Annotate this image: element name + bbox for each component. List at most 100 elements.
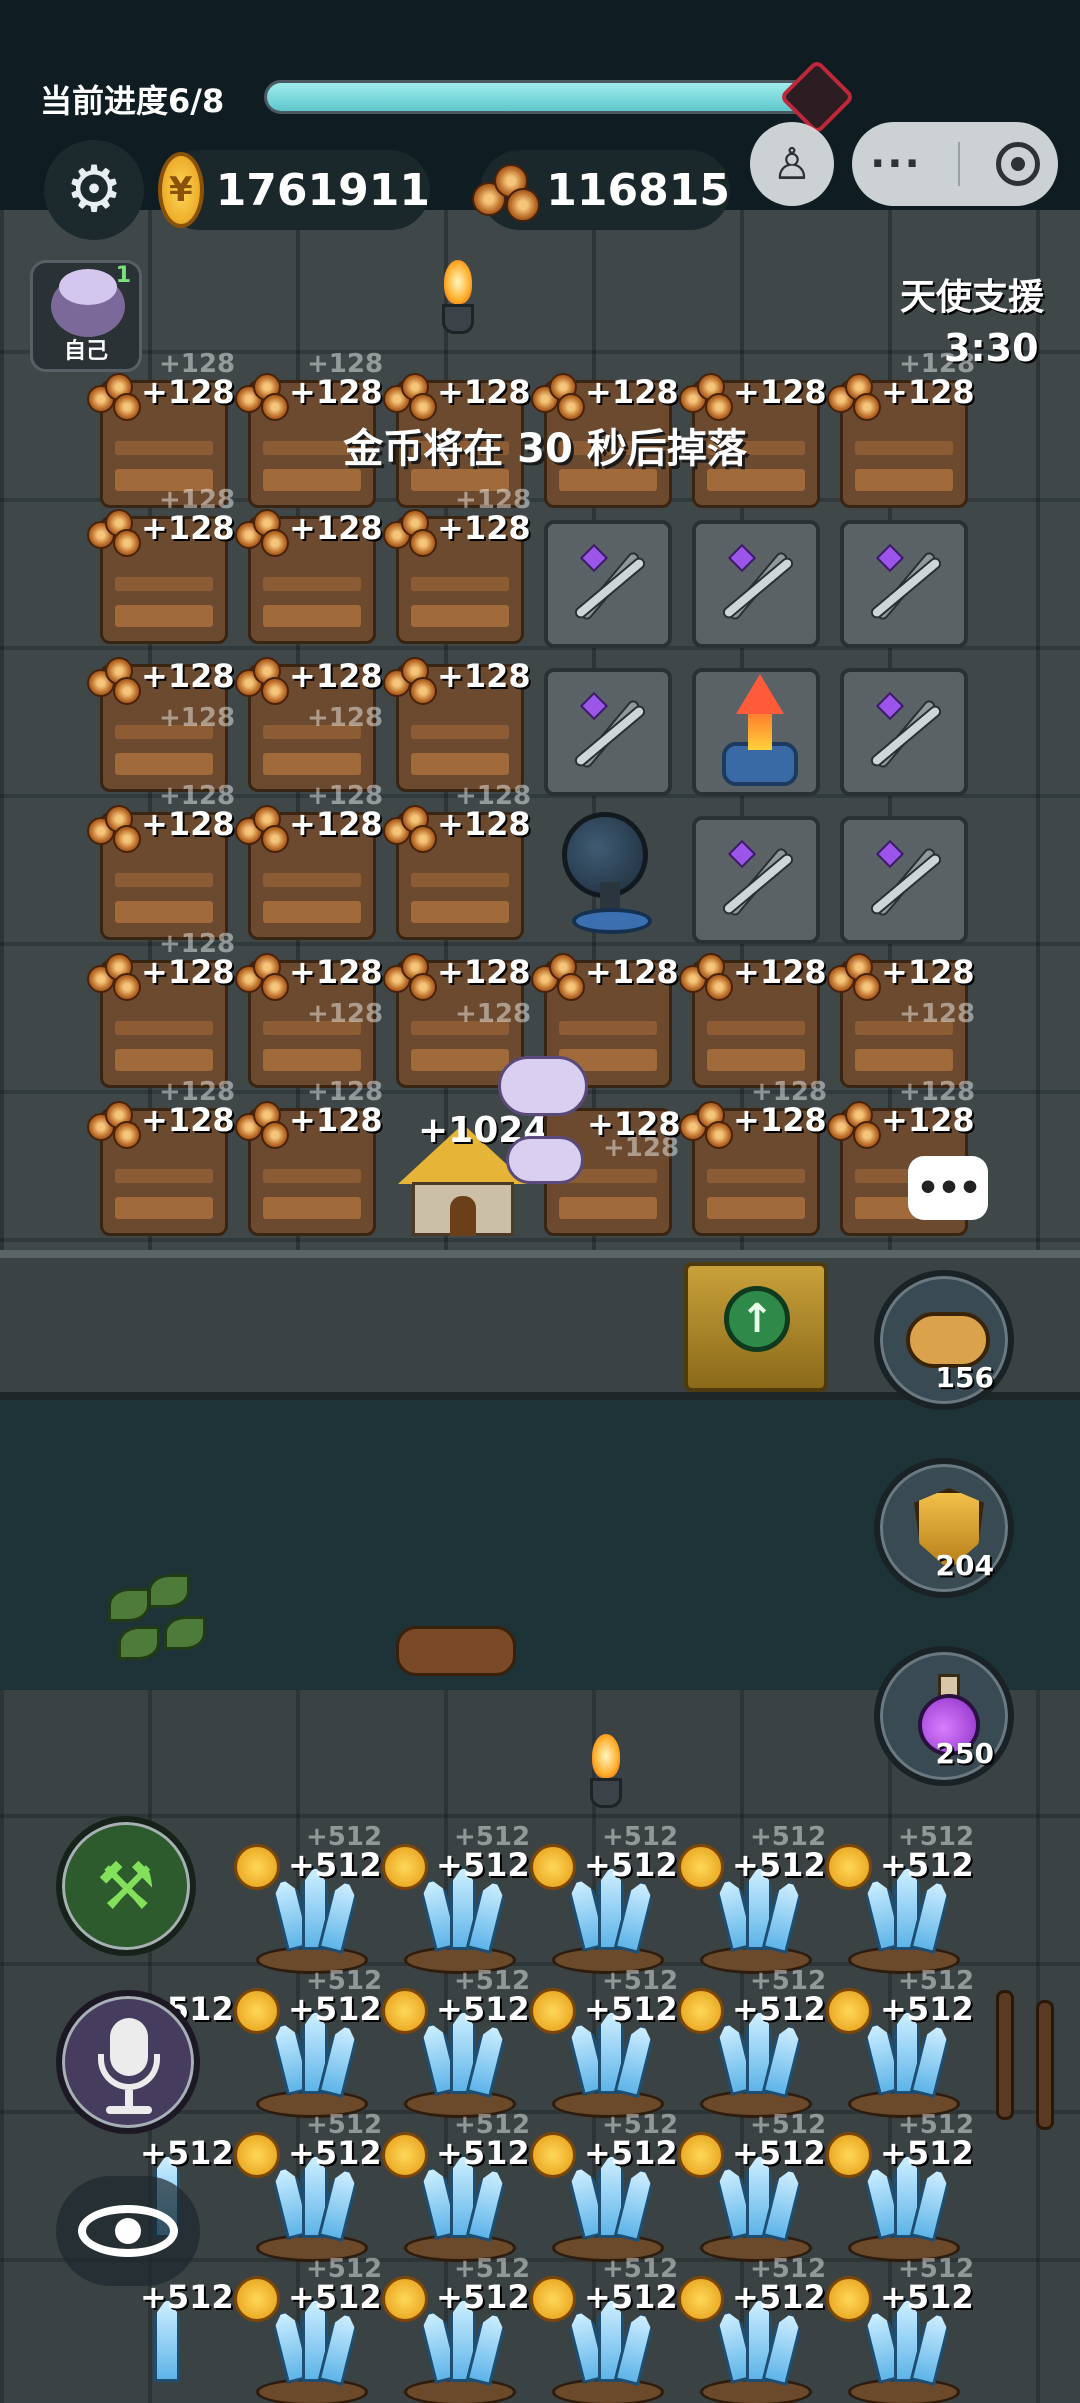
coin-icon — [382, 2276, 428, 2322]
chat-button[interactable]: ••• — [908, 1156, 988, 1220]
gear-icon: ⚙ — [65, 153, 123, 227]
wood-logs-icon — [679, 953, 739, 1003]
coin-icon: ¥ — [158, 152, 204, 228]
coin-icon — [678, 2132, 724, 2178]
lumber-tile[interactable]: +128 — [679, 953, 827, 1088]
crystal-mine-tile[interactable]: +512 +512 — [678, 2254, 826, 2403]
boar-button[interactable]: 156 — [874, 1270, 1014, 1410]
lumber-tile[interactable]: +128 — [235, 509, 383, 644]
crystal-mine-tile[interactable]: +512 — [100, 2278, 234, 2403]
radar-tower[interactable] — [548, 808, 676, 936]
crystal-mine-tile[interactable]: +512 +512 — [678, 2110, 826, 2268]
torch-icon — [586, 1734, 626, 1814]
yield-label: +128 — [587, 1105, 681, 1143]
yield-label: +128 — [585, 373, 679, 411]
upgrade-gate[interactable]: ↑ — [684, 1262, 828, 1392]
yield-label: +512 — [288, 1990, 382, 2028]
view-toggle-button[interactable] — [56, 2176, 200, 2286]
crystal-mine-tile[interactable]: +512 +512 — [382, 1822, 530, 1980]
driftwood-icon — [396, 1626, 516, 1676]
crossbow-tower[interactable] — [544, 520, 672, 648]
crystal-mine-tile[interactable]: +512 +512 — [678, 1822, 826, 1980]
crystal-mine-tile[interactable]: +512 +512 — [530, 1966, 678, 2124]
chat-bubble-icon: ••• — [916, 1167, 981, 1209]
crystal-mine-tile[interactable]: +512 +512 — [234, 2254, 382, 2403]
lumber-tile[interactable]: +128 +128 — [235, 781, 383, 940]
crystal-mine-tile[interactable]: +512 +512 — [382, 1966, 530, 2124]
lumber-tile[interactable]: +128 +128 — [87, 657, 235, 792]
build-tools-button[interactable]: ⚒ — [56, 1816, 196, 1956]
player-label: 自己 — [63, 339, 108, 364]
crossbow-tower[interactable] — [692, 816, 820, 944]
coin-icon — [234, 1844, 280, 1890]
crossbow-tower[interactable] — [840, 816, 968, 944]
coin-icon — [530, 1844, 576, 1890]
crossbow-icon — [710, 834, 806, 930]
crossbow-icon — [562, 538, 658, 634]
yield-label: +512 — [140, 2134, 234, 2172]
yield-label: +512 — [436, 2134, 530, 2172]
yield-label: +128 — [733, 953, 827, 991]
upgrade-pad[interactable] — [692, 668, 820, 796]
yield-label: +512 — [436, 1990, 530, 2028]
shield-button[interactable]: 204 — [874, 1458, 1014, 1598]
boar-count: 156 — [935, 1361, 994, 1394]
more-dots-icon[interactable]: ··· — [870, 141, 922, 187]
crystal-mine-tile[interactable]: +512 +512 — [826, 1822, 974, 1980]
sheep-character — [488, 1046, 598, 1126]
sheep-avatar-icon — [51, 269, 125, 337]
yield-label: +128 — [141, 953, 235, 991]
crystal-mine-tile[interactable]: +512 +512 — [826, 2110, 974, 2268]
crystal-mine-tile[interactable]: +512 +512 — [530, 1822, 678, 1980]
yield-label: +128 — [881, 953, 975, 991]
miniprogram-capsule: ··· — [852, 122, 1058, 206]
wood-logs-icon — [87, 1101, 147, 1151]
crystal-mine-tile[interactable]: +512 +512 — [234, 1966, 382, 2124]
settings-button[interactable]: ⚙ — [44, 140, 144, 240]
lumber-tile[interactable]: +128 +128 — [87, 1077, 235, 1236]
lumber-tile[interactable]: +128 +128 — [383, 485, 531, 644]
joystick-button[interactable]: ♙ — [750, 122, 834, 206]
crossbow-icon — [858, 538, 954, 634]
voice-button[interactable] — [56, 1990, 200, 2134]
coin-icon — [678, 1988, 724, 2034]
crystal-mine-tile[interactable]: +512 +512 — [678, 1966, 826, 2124]
crystal-mine-tile[interactable]: +512 +512 — [234, 1822, 382, 1980]
yield-ghost: +128 — [307, 703, 384, 733]
lumber-tile[interactable]: +128 +128 — [87, 485, 235, 644]
potion-button[interactable]: 250 — [874, 1646, 1014, 1786]
lumber-tile[interactable]: +128 +128 — [87, 781, 235, 940]
player-avatar[interactable]: 1 自己 — [30, 260, 142, 372]
crystal-mine-tile[interactable]: +512 +512 — [826, 1966, 974, 2124]
crossbow-tower[interactable] — [692, 520, 820, 648]
gold-value: 1761911 — [215, 164, 430, 216]
yield-label: +128 — [289, 953, 383, 991]
wood-logs-icon — [235, 509, 295, 559]
crystal-mine-tile[interactable]: +512 +512 — [382, 2110, 530, 2268]
boar-icon — [906, 1312, 990, 1368]
gold-counter: ¥ 1761911 — [158, 150, 430, 230]
lumber-tile[interactable]: +128 +128 — [383, 781, 531, 940]
crystal-mine-tile[interactable]: +512 +512 — [530, 2110, 678, 2268]
crystal-mine-tile[interactable]: +512 +512 — [826, 2254, 974, 2403]
lumber-tile[interactable]: +128 +128 — [235, 1077, 383, 1236]
lumber-tile[interactable]: +128 +128 — [235, 657, 383, 792]
crossbow-tower[interactable] — [840, 520, 968, 648]
lumber-tile[interactable]: +128 +128 — [87, 929, 235, 1088]
coin-icon — [530, 2132, 576, 2178]
yield-label: +128 — [881, 1101, 975, 1139]
wood-logs-icon — [679, 1101, 739, 1151]
lumber-tile[interactable]: +128 +128 — [827, 953, 975, 1088]
lumber-tile[interactable]: +128 +128 — [679, 1077, 827, 1236]
crystal-mine-tile[interactable]: +512 +512 — [382, 2254, 530, 2403]
wood-value: 116815 — [546, 164, 730, 216]
crossbow-tower[interactable] — [840, 668, 968, 796]
sheep-character — [500, 1130, 590, 1190]
crossbow-tower[interactable] — [544, 668, 672, 796]
lumber-tile[interactable]: +128 — [383, 657, 531, 792]
target-icon[interactable] — [995, 142, 1040, 186]
crystal-mine-tile[interactable]: +512 +512 — [234, 2110, 382, 2268]
lumber-tile[interactable]: +128 +128 — [235, 953, 383, 1088]
yield-label: +128 — [289, 373, 383, 411]
crystal-mine-tile[interactable]: +512 +512 — [530, 2254, 678, 2403]
